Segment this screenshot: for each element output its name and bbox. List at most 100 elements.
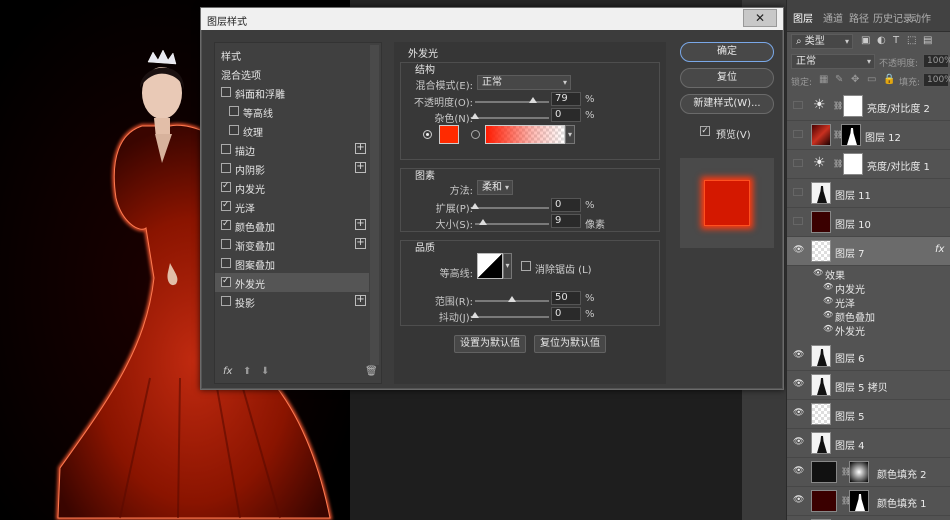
style-item[interactable]: 外发光	[215, 273, 369, 292]
layer-row[interactable]: ☀ ⛓ 亮度/对比度 1	[787, 150, 950, 179]
effect-item[interactable]: 👁 外发光	[787, 322, 950, 338]
set-default-button[interactable]: 设置为默认值	[454, 335, 526, 353]
effects-group[interactable]: 👁 效果	[787, 266, 950, 282]
gradient-swatch[interactable]	[485, 125, 565, 144]
effect-item[interactable]: 👁 颜色叠加	[787, 308, 950, 324]
size-slider-knob[interactable]	[479, 219, 488, 225]
layer-row[interactable]: 👁图层 3	[787, 516, 950, 520]
lock-brush-icon[interactable]: ✎	[835, 74, 843, 85]
style-item-checkbox[interactable]	[221, 144, 231, 154]
add-instance-icon[interactable]: +	[355, 219, 366, 230]
spread-input[interactable]: 0	[551, 198, 581, 212]
add-instance-icon[interactable]: +	[355, 162, 366, 173]
reset-button[interactable]: 复位	[680, 68, 774, 88]
styles-header[interactable]: 样式	[215, 45, 369, 64]
visibility-eye-icon[interactable]: 👁	[793, 409, 804, 418]
preview-checkbox[interactable]: ✓	[700, 126, 710, 136]
visibility-eye-icon[interactable]: 👁	[823, 282, 833, 291]
close-button[interactable]: ✕	[743, 9, 777, 27]
layer-row[interactable]: 👁 图层 5	[787, 400, 950, 429]
layer-fill-input[interactable]: 100%	[923, 73, 950, 87]
visibility-eye-icon[interactable]: 👁	[793, 438, 804, 447]
lock-move-icon[interactable]: ✥	[851, 74, 859, 85]
noise-input[interactable]: 0	[551, 108, 581, 122]
ok-button[interactable]: 确定	[680, 42, 774, 62]
noise-slider-knob[interactable]	[471, 113, 479, 119]
jitter-input[interactable]: 0	[551, 307, 581, 321]
new-style-button[interactable]: 新建样式(W)...	[680, 94, 774, 114]
opacity-slider-knob[interactable]	[529, 97, 538, 103]
jitter-slider[interactable]	[471, 312, 549, 318]
visibility-eye-icon[interactable]: 👁	[823, 296, 833, 305]
style-item[interactable]: 纹理	[215, 121, 369, 140]
style-item-checkbox[interactable]	[221, 200, 231, 211]
style-item[interactable]: 描边 +	[215, 140, 369, 159]
add-instance-icon[interactable]: +	[355, 238, 366, 249]
style-item-checkbox[interactable]	[221, 219, 231, 230]
antialias-checkbox[interactable]	[521, 261, 531, 271]
filter-type-icon[interactable]: T	[893, 35, 899, 46]
layer-mask-thumbnail[interactable]	[841, 124, 861, 146]
visibility-eye-icon[interactable]	[793, 159, 803, 167]
size-slider[interactable]	[475, 219, 549, 225]
add-instance-icon[interactable]: +	[355, 295, 366, 306]
layer-blend-select[interactable]: 正常 ▾	[791, 54, 875, 69]
style-item-checkbox[interactable]	[221, 296, 231, 306]
chevron-down-icon[interactable]: ▾	[503, 253, 512, 279]
fx-icon[interactable]: fx	[223, 366, 232, 377]
visibility-eye-icon[interactable]: 👁	[793, 496, 804, 505]
filter-adjust-icon[interactable]: ◐	[877, 35, 886, 46]
layer-filter-select[interactable]: ⌕ 类型 ▾	[791, 34, 853, 49]
style-item[interactable]: 内阴影 +	[215, 159, 369, 178]
glow-color-swatch[interactable]	[439, 125, 459, 144]
visibility-eye-icon[interactable]	[793, 130, 803, 138]
chevron-down-icon[interactable]: ▾	[565, 125, 575, 144]
style-item[interactable]: 图案叠加	[215, 254, 369, 273]
lock-icon[interactable]: 🔒	[883, 74, 895, 85]
layer-row[interactable]: 👁 图层 7 fx	[787, 237, 950, 266]
layer-mask-thumbnail[interactable]	[843, 95, 863, 117]
opacity-slider[interactable]	[475, 97, 549, 103]
spread-slider-knob[interactable]	[471, 203, 479, 209]
panel-tab[interactable]: 通道	[823, 10, 843, 25]
style-item-checkbox[interactable]	[229, 125, 239, 135]
layer-row[interactable]: ⛓ 图层 12	[787, 121, 950, 150]
panel-tab[interactable]: 路径	[849, 10, 869, 25]
chain-link-icon[interactable]: ⛓	[833, 159, 843, 168]
solid-color-radio[interactable]	[423, 130, 432, 139]
style-item[interactable]: 等高线	[215, 102, 369, 121]
filter-pixel-icon[interactable]: ▣	[861, 35, 870, 46]
move-up-icon[interactable]: ⬆	[243, 366, 251, 377]
layer-mask-thumbnail[interactable]	[843, 153, 863, 175]
panel-tab[interactable]: 历史记录	[873, 10, 913, 25]
contour-picker[interactable]	[477, 253, 503, 279]
panel-tab[interactable]: 图层	[793, 10, 813, 25]
style-item-checkbox[interactable]	[221, 87, 231, 97]
visibility-eye-icon[interactable]	[793, 217, 803, 225]
layer-row[interactable]: 图层 11	[787, 179, 950, 208]
style-item-checkbox[interactable]	[221, 276, 231, 287]
lock-artboard-icon[interactable]: ▭	[867, 74, 876, 85]
visibility-eye-icon[interactable]	[793, 188, 803, 196]
add-instance-icon[interactable]: +	[355, 143, 366, 154]
lock-pixels-icon[interactable]: ▦	[819, 74, 828, 85]
layer-row[interactable]: 👁 图层 6	[787, 342, 950, 371]
style-item-checkbox[interactable]	[221, 258, 231, 268]
chain-link-icon[interactable]: ⛓	[833, 101, 843, 110]
style-item-checkbox[interactable]	[221, 181, 231, 192]
style-item[interactable]: 颜色叠加 +	[215, 216, 369, 235]
gradient-radio[interactable]	[471, 130, 480, 139]
style-item-checkbox[interactable]	[221, 239, 231, 249]
blend-options-item[interactable]: 混合选项	[215, 64, 369, 83]
layer-mask-thumbnail[interactable]	[849, 461, 869, 483]
move-down-icon[interactable]: ⬇	[261, 366, 269, 377]
layer-mask-thumbnail[interactable]	[849, 490, 869, 512]
visibility-eye-icon[interactable]: 👁	[793, 246, 804, 255]
visibility-eye-icon[interactable]: 👁	[823, 324, 833, 333]
range-slider[interactable]	[475, 296, 549, 302]
style-item[interactable]: 投影 +	[215, 292, 369, 311]
visibility-eye-icon[interactable]: 👁	[793, 467, 804, 476]
filter-shape-icon[interactable]: ⬚	[907, 35, 916, 46]
style-list-scrollbar[interactable]	[370, 45, 379, 365]
trash-icon[interactable]: 🗑	[365, 366, 378, 377]
